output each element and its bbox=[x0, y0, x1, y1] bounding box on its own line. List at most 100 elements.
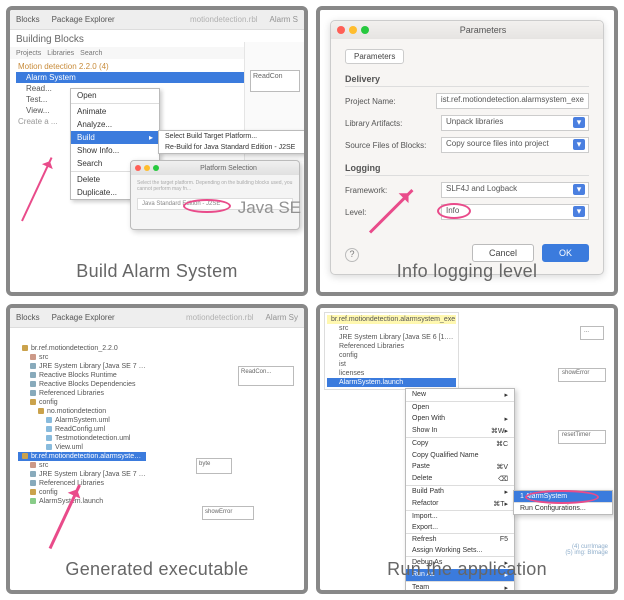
file-icon bbox=[30, 354, 36, 360]
tab-package-explorer[interactable]: Package Explorer bbox=[46, 311, 121, 324]
tree-item[interactable]: config bbox=[327, 351, 456, 360]
editor-tab-2[interactable]: Alarm Sy bbox=[260, 311, 304, 324]
block-1[interactable]: ... bbox=[580, 326, 604, 340]
block-readcon[interactable]: ReadCon... bbox=[238, 366, 294, 386]
menu-team[interactable]: Team▸ bbox=[406, 582, 514, 594]
editor-tab-2[interactable]: Alarm S bbox=[264, 13, 304, 26]
tree-item[interactable]: Reactive Blocks Dependencies bbox=[18, 380, 146, 389]
select-framework[interactable]: SLF4J and Logback bbox=[441, 182, 589, 198]
javase-label: Java SE bbox=[238, 198, 301, 218]
tab-blocks[interactable]: Blocks bbox=[10, 311, 46, 324]
tree-item[interactable]: licenses bbox=[327, 369, 456, 378]
bb-tab-libraries[interactable]: Libraries bbox=[47, 50, 74, 57]
menu-open[interactable]: Open bbox=[406, 402, 514, 413]
tab-package-explorer[interactable]: Package Explorer bbox=[46, 13, 121, 26]
help-button[interactable]: ? bbox=[345, 248, 359, 262]
tree-item[interactable]: View.uml bbox=[18, 443, 146, 452]
tree-item[interactable]: no.motiondetection bbox=[18, 407, 146, 416]
chevron-right-icon: ▸ bbox=[149, 133, 153, 142]
input-project-name[interactable]: ist.ref.motiondetection.alarmsystem_exe bbox=[436, 93, 589, 109]
tree-item[interactable]: JRE System Library [Java SE 7 [1.7.0_05]… bbox=[18, 470, 146, 479]
select-source-files[interactable]: Copy source files into project bbox=[441, 137, 589, 153]
tab-parameters[interactable]: Parameters bbox=[345, 49, 404, 64]
shortcut-label: ⌘W▸ bbox=[491, 427, 508, 435]
minimize-icon[interactable] bbox=[144, 165, 150, 171]
annotation-arrow bbox=[21, 157, 52, 221]
menu-animate[interactable]: Animate bbox=[71, 105, 159, 118]
file-icon bbox=[46, 435, 52, 441]
submenu-select-platform[interactable]: Select Build Target Platform... bbox=[159, 131, 307, 142]
tree-item[interactable]: JRE System Library [Java SE 7 [1.7.0_05]… bbox=[18, 362, 146, 371]
panel-run-app: br.ref.motiondetection.alarmsystem_exesr… bbox=[316, 304, 618, 594]
chevron-right-icon: ▸ bbox=[504, 584, 508, 592]
menu-open[interactable]: Open bbox=[71, 89, 159, 102]
tree-item[interactable]: JRE System Library [Java SE 6 [1.6.0_65]… bbox=[327, 333, 456, 342]
zoom-icon[interactable] bbox=[361, 26, 369, 34]
file-icon bbox=[46, 417, 52, 423]
close-icon[interactable] bbox=[337, 26, 345, 34]
menu-build[interactable]: Build▸ bbox=[71, 131, 159, 144]
tree-item[interactable]: src bbox=[18, 353, 146, 362]
diagram-block-readcon[interactable]: ReadCon bbox=[250, 70, 300, 92]
menu-paste[interactable]: Paste⌘V bbox=[406, 461, 514, 473]
section-title-logging: Logging bbox=[345, 163, 589, 176]
select-library-artifacts[interactable]: Unpack libraries bbox=[441, 115, 589, 131]
tree-item[interactable]: Reactive Blocks Runtime bbox=[18, 371, 146, 380]
tree-item[interactable]: br.ref.motiondetection.alarmsystem_exe bbox=[327, 315, 456, 324]
shortcut-label: ⌫ bbox=[498, 475, 508, 483]
ok-button[interactable]: OK bbox=[542, 244, 589, 262]
tree-item[interactable]: br.ref.motiondetection_2.2.0 bbox=[18, 344, 146, 353]
minimize-icon[interactable] bbox=[349, 26, 357, 34]
block-byte[interactable]: byte bbox=[196, 458, 232, 474]
menu-new[interactable]: New▸ bbox=[406, 389, 514, 401]
editor-tab-1[interactable]: motiondetection.rbl bbox=[184, 13, 264, 26]
submenu-rebuild-j2se[interactable]: Re-Build for Java Standard Edition - J2S… bbox=[159, 142, 307, 153]
menu-import-[interactable]: Import... bbox=[406, 511, 514, 522]
menu-analyze[interactable]: Analyze... bbox=[71, 118, 159, 131]
menu-refresh[interactable]: RefreshF5 bbox=[406, 534, 514, 545]
tree-item[interactable]: config bbox=[18, 398, 146, 407]
menu-open-with[interactable]: Open With▸ bbox=[406, 413, 514, 425]
tree-item[interactable]: src bbox=[18, 461, 146, 470]
menu-show-in[interactable]: Show In⌘W▸ bbox=[406, 425, 514, 437]
dialog-title: Platform Selection bbox=[162, 165, 295, 172]
tree-item[interactable]: Testmotiondetection.uml bbox=[18, 434, 146, 443]
file-icon bbox=[30, 462, 36, 468]
menu-show-info[interactable]: Show Info... bbox=[71, 144, 159, 157]
tree-item[interactable]: src bbox=[327, 324, 456, 333]
menu-refactor[interactable]: Refactor⌘T▸ bbox=[406, 498, 514, 510]
tree-item[interactable]: AlarmSystem.uml bbox=[18, 416, 146, 425]
menu-copy[interactable]: Copy⌘C bbox=[406, 438, 514, 450]
zoom-icon[interactable] bbox=[153, 165, 159, 171]
file-icon bbox=[38, 408, 44, 414]
tree-item[interactable]: AlarmSystem.launch bbox=[18, 497, 146, 506]
label-library-artifacts: Library Artifacts: bbox=[345, 119, 435, 128]
menu-build-path[interactable]: Build Path▸ bbox=[406, 486, 514, 498]
bb-tab-search[interactable]: Search bbox=[80, 50, 102, 57]
label-framework: Framework: bbox=[345, 186, 435, 195]
panel-caption: Run the application bbox=[320, 559, 614, 580]
chevron-right-icon: ▸ bbox=[504, 391, 508, 399]
dialog-titlebar: Parameters bbox=[331, 21, 603, 39]
menu-copy-qualified-name[interactable]: Copy Qualified Name bbox=[406, 450, 514, 461]
tree-item[interactable]: ReadConfig.uml bbox=[18, 425, 146, 434]
file-icon bbox=[46, 444, 52, 450]
menu-delete[interactable]: Delete⌫ bbox=[406, 473, 514, 485]
tree-item[interactable]: AlarmSystem.launch bbox=[327, 378, 456, 387]
bb-tab-projects[interactable]: Projects bbox=[16, 50, 41, 57]
menu-assign-working-sets-[interactable]: Assign Working Sets... bbox=[406, 545, 514, 556]
tree-item[interactable]: Referenced Libraries bbox=[18, 389, 146, 398]
tree-item[interactable]: Referenced Libraries bbox=[327, 342, 456, 351]
tree-item[interactable]: ist bbox=[327, 360, 456, 369]
editor-tab-1[interactable]: motiondetection.rbl bbox=[180, 311, 260, 324]
tab-blocks[interactable]: Blocks bbox=[10, 13, 46, 26]
cancel-button[interactable]: Cancel bbox=[472, 244, 534, 262]
menu-export-[interactable]: Export... bbox=[406, 522, 514, 533]
tree-item[interactable]: br.ref.motiondetection.alarmsystem_exe bbox=[18, 452, 146, 461]
platform-dialog: Platform Selection Select the target pla… bbox=[130, 160, 300, 230]
close-icon[interactable] bbox=[135, 165, 141, 171]
block-resettimer[interactable]: resetTimer bbox=[558, 430, 606, 444]
block-showerror[interactable]: showError bbox=[558, 368, 606, 382]
dialog-hint: Select the target platform. Depending on… bbox=[137, 181, 293, 192]
block-showerror[interactable]: showError bbox=[202, 506, 254, 520]
